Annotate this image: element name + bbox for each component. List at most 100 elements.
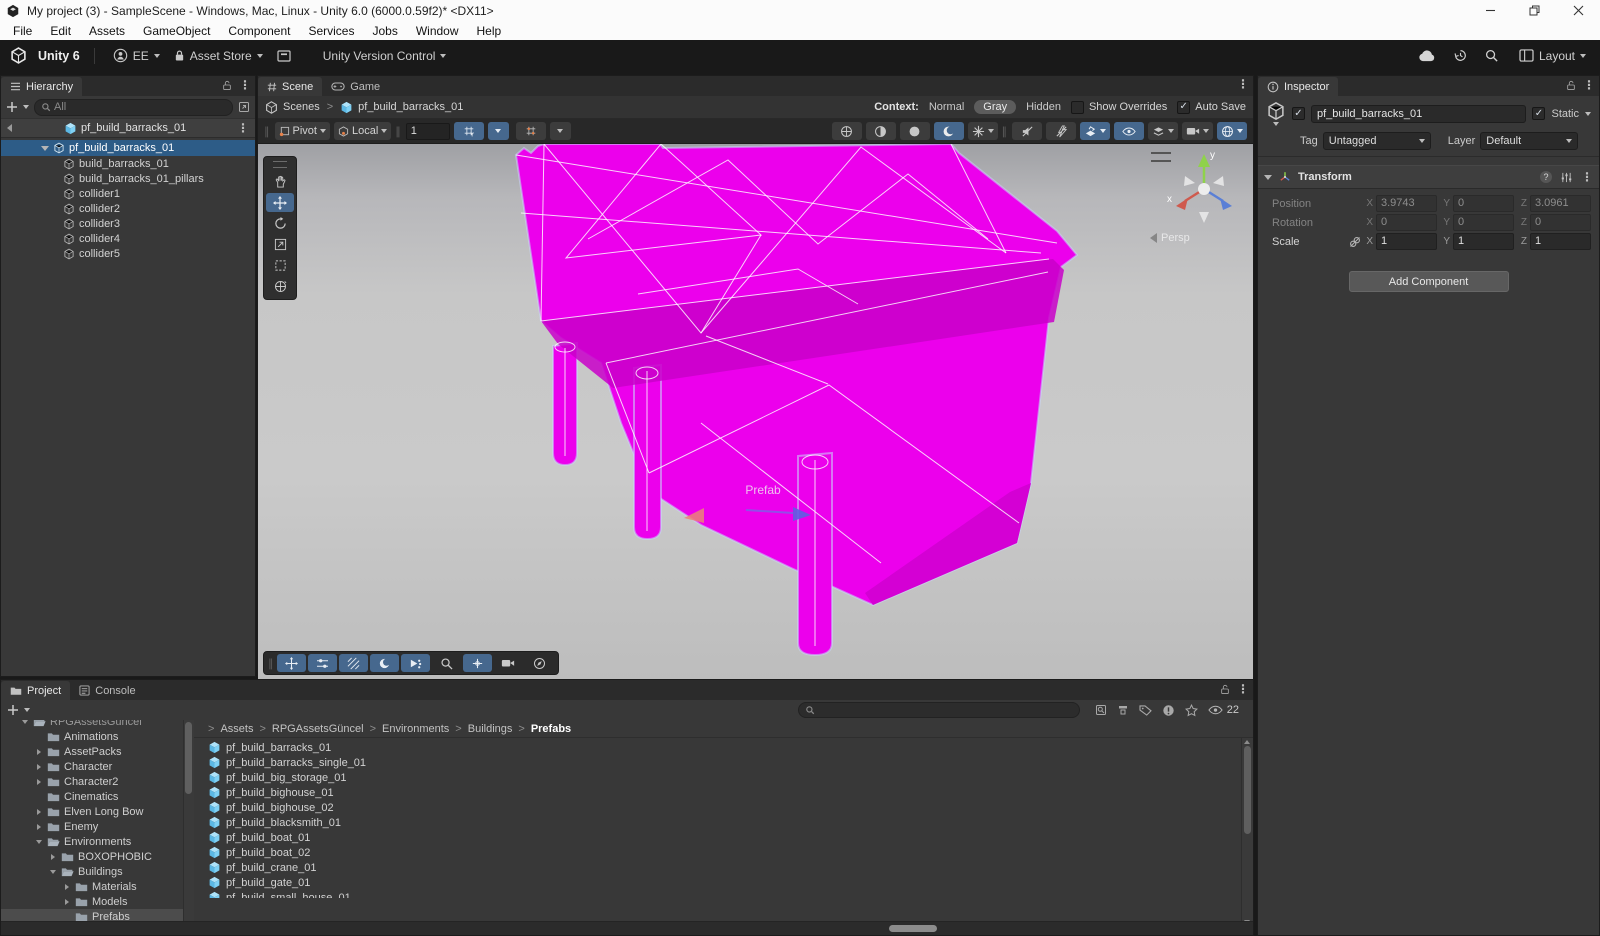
increment-snap-dropdown[interactable] (550, 122, 571, 140)
project-search-input[interactable] (798, 702, 1080, 718)
view-hand-tool[interactable] (266, 172, 294, 191)
close-button[interactable] (1556, 0, 1600, 21)
search-icon[interactable] (1484, 48, 1499, 63)
rotation-x-field[interactable]: 0 (1376, 214, 1437, 231)
menu-item[interactable]: Edit (41, 21, 80, 40)
perspective-label[interactable]: Persp (1150, 232, 1190, 244)
breadcrumb-prefab[interactable]: pf_build_barracks_01 (358, 101, 463, 113)
project-tree-row[interactable]: RPGAssetsGüncel (1, 720, 183, 729)
camera-dropdown[interactable] (1182, 122, 1213, 140)
scrollbar-thumb[interactable] (889, 925, 937, 932)
show-overrides-checkbox[interactable]: ✓ (1071, 101, 1084, 114)
tab-game[interactable]: Game (322, 77, 389, 96)
menu-item[interactable]: Jobs (363, 21, 406, 40)
asset-row[interactable]: pf_build_barracks_01 (194, 740, 1253, 755)
hierarchy-child-row[interactable]: build_barracks_01 (1, 156, 255, 171)
hierarchy-search-input[interactable]: All (34, 99, 233, 116)
expand-arrow[interactable] (35, 824, 43, 830)
effects-disabled-toggle[interactable] (1046, 122, 1076, 140)
overlay-settings-icon[interactable] (308, 654, 337, 672)
active-checkbox[interactable]: ✓ (1292, 107, 1305, 120)
tab-console[interactable]: Console (70, 681, 144, 700)
scale-y-field[interactable]: 1 (1453, 233, 1514, 250)
expand-arrow[interactable] (41, 146, 49, 151)
panel-menu-icon[interactable]: ⋮ (1237, 684, 1249, 694)
expand-arrow[interactable] (35, 764, 43, 770)
component-menu-icon[interactable]: ⋮ (1581, 172, 1593, 182)
project-tree-row[interactable]: AssetPacks (1, 744, 183, 759)
menu-item[interactable]: Component (219, 21, 299, 40)
menu-item[interactable]: Services (299, 21, 363, 40)
panel-menu-icon[interactable]: ⋮ (1583, 80, 1595, 90)
horizontal-scrollbar[interactable] (1, 921, 1253, 935)
toolbar-grip[interactable]: ∥ (264, 125, 271, 138)
asset-row[interactable]: pf_build_boat_01 (194, 830, 1253, 845)
effects-dropdown[interactable] (968, 122, 998, 140)
auto-save-checkbox[interactable]: ✓ (1177, 101, 1190, 114)
project-tree-row[interactable]: Models (1, 894, 183, 909)
breadcrumb-segment[interactable]: >Assets (202, 723, 253, 735)
tab-project[interactable]: Project (1, 681, 70, 700)
asset-row[interactable]: pf_build_boat_02 (194, 845, 1253, 860)
transform-component-header[interactable]: Transform ? ⋮ (1258, 165, 1599, 189)
panel-menu-icon[interactable]: ⋮ (239, 80, 251, 90)
layout-dropdown[interactable]: Layout (1515, 47, 1590, 65)
gameobject-thumb-icon[interactable] (1266, 101, 1286, 126)
grid-snap-toggle[interactable]: Y (454, 122, 484, 140)
project-tree-row[interactable]: Character2 (1, 774, 183, 789)
handle-space-dropdown[interactable]: Local (334, 122, 391, 140)
breadcrumb-segment[interactable]: >Buildings (449, 723, 512, 735)
expand-arrow[interactable] (35, 779, 43, 785)
breadcrumb-prefab-name[interactable]: pf_build_barracks_01 (81, 122, 186, 134)
search-by-label-icon[interactable] (1139, 705, 1152, 716)
menu-item[interactable]: Help (468, 21, 511, 40)
tag-dropdown[interactable]: Untagged (1323, 132, 1431, 150)
expand-arrow[interactable] (63, 884, 71, 890)
scale-link-icon[interactable] (1349, 236, 1361, 248)
project-tree-row[interactable]: Character (1, 759, 183, 774)
overlay-particles-icon[interactable] (401, 654, 430, 672)
audio-mute-toggle[interactable] (1012, 122, 1042, 140)
save-search-star-icon[interactable] (1185, 704, 1198, 717)
shading-shaded-wire-toggle[interactable] (866, 122, 896, 140)
fx-dropdown[interactable] (1080, 122, 1110, 140)
shading-wireframe-toggle[interactable] (832, 122, 862, 140)
lock-icon[interactable] (1566, 79, 1576, 91)
menu-item[interactable]: Assets (80, 21, 134, 40)
position-y-field[interactable]: 0 (1453, 195, 1514, 212)
context-option-hidden[interactable]: Hidden (1026, 101, 1061, 113)
rect-tool[interactable] (266, 256, 294, 275)
asset-row[interactable]: pf_build_barracks_single_01 (194, 755, 1253, 770)
project-tree-row[interactable]: Animations (1, 729, 183, 744)
history-icon[interactable] (1453, 48, 1468, 63)
expand-arrow[interactable] (35, 749, 43, 755)
static-dropdown-caret[interactable] (1585, 112, 1591, 116)
project-tree-row[interactable]: Elven Long Bow (1, 804, 183, 819)
menu-item[interactable]: Window (407, 21, 468, 40)
package-manager-button[interactable] (273, 48, 295, 64)
search-pin-icon[interactable] (238, 101, 250, 113)
overlay-gizmos-icon[interactable] (463, 654, 492, 672)
expand-arrow[interactable] (49, 870, 57, 874)
maximize-button[interactable] (1512, 0, 1556, 21)
project-tree-row[interactable]: Cinematics (1, 789, 183, 804)
expand-arrow[interactable] (35, 809, 43, 815)
hierarchy-child-row[interactable]: collider3 (1, 216, 255, 231)
create-add-button[interactable] (7, 704, 19, 716)
overlay-zoom-icon[interactable] (432, 654, 461, 672)
context-option-normal[interactable]: Normal (929, 101, 964, 113)
open-search-window-icon[interactable] (1095, 704, 1107, 716)
add-component-button[interactable]: Add Component (1349, 271, 1509, 292)
asset-row[interactable]: pf_build_crane_01 (194, 860, 1253, 875)
asset-row[interactable]: pf_build_big_storage_01 (194, 770, 1253, 785)
minimize-button[interactable] (1468, 0, 1512, 21)
orientation-gizmo[interactable]: y x (1159, 144, 1249, 234)
breadcrumb-menu-icon[interactable]: ⋮ (237, 123, 249, 133)
scene-viewport[interactable]: Prefab (258, 144, 1253, 680)
asset-store-dropdown[interactable]: Asset Store (170, 47, 267, 65)
shading-unlit-toggle[interactable] (900, 122, 930, 140)
expand-arrow[interactable] (1264, 175, 1272, 180)
scene-visibility-toggle[interactable] (1114, 122, 1144, 140)
breadcrumb-segment[interactable]: >Environments (364, 723, 450, 735)
overlay-lighting-icon[interactable] (370, 654, 399, 672)
